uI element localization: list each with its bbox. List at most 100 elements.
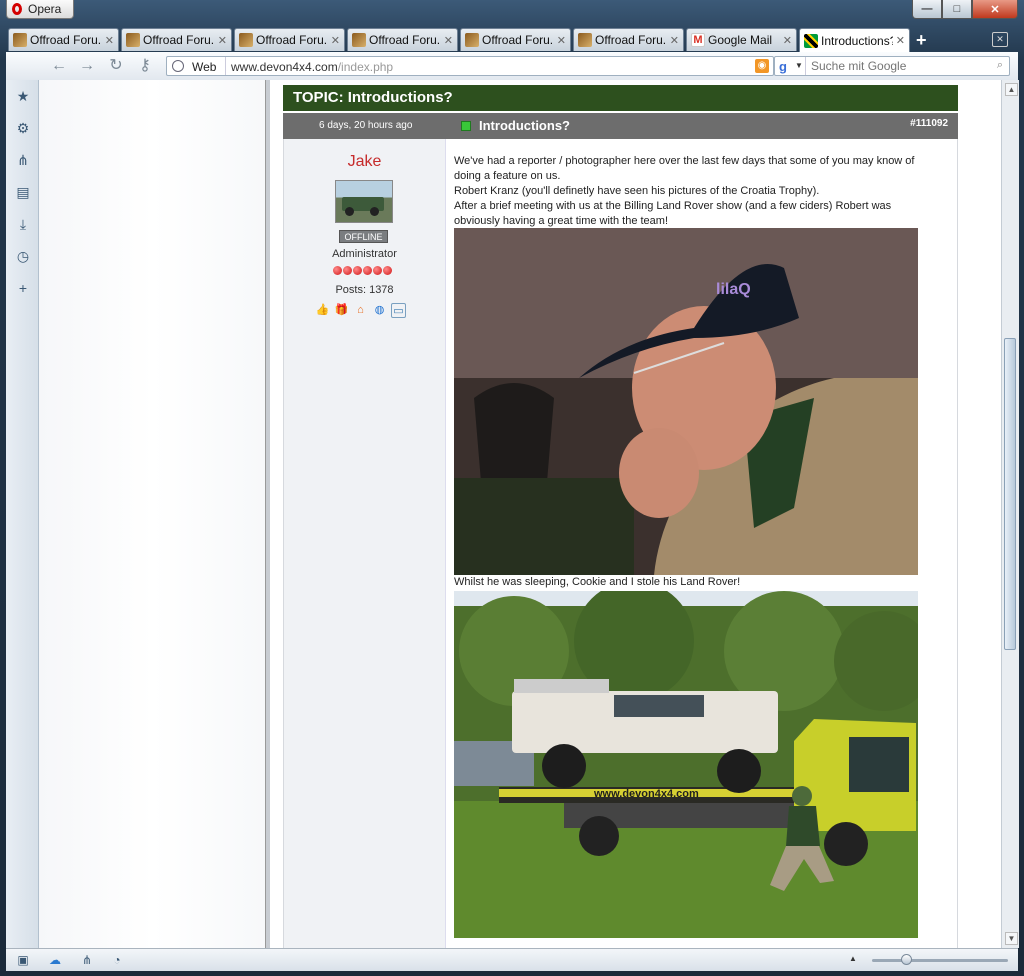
post-message: We've had a reporter / photographer here…	[454, 154, 924, 229]
tab-close-icon[interactable]: ✕	[670, 34, 679, 47]
post-title: Introductions?	[479, 118, 570, 133]
tab-offroad-forum-2[interactable]: Offroad Foru... ✕	[121, 28, 232, 51]
opera-menu-button[interactable]: Opera	[6, 0, 74, 19]
history-clock-icon[interactable]: ◷	[15, 248, 31, 264]
karma-thumb-icon[interactable]: 👍	[315, 303, 330, 318]
key-icon[interactable]: ⚷	[136, 57, 154, 75]
forum-favicon-icon	[352, 33, 366, 47]
post-header: 6 days, 20 hours ago Introductions? #111…	[283, 113, 958, 139]
website-globe-icon[interactable]: ◍	[372, 303, 387, 318]
settings-gear-icon[interactable]: ⚙	[15, 120, 31, 136]
close-window-button[interactable]: ✕	[972, 0, 1018, 19]
search-input[interactable]	[811, 58, 981, 74]
tab-close-icon[interactable]: ✕	[444, 34, 453, 47]
chevron-down-icon[interactable]: ▼	[795, 61, 803, 70]
forum-favicon-icon	[578, 33, 592, 47]
tab-offroad-forum-1[interactable]: Offroad Foru... ✕	[8, 28, 119, 51]
forum-post-container: TOPIC: Introductions? 6 days, 20 hours a…	[283, 85, 958, 948]
forward-arrow-icon[interactable]: →	[78, 57, 96, 75]
tab-offroad-forum-6[interactable]: Offroad Foru... ✕	[573, 28, 684, 51]
photo-truck-window	[849, 737, 909, 792]
rank-dot-icon	[333, 266, 342, 275]
title-bar: Opera — □ ✕	[0, 0, 1024, 28]
opera-link-cloud-icon[interactable]: ☁	[47, 952, 63, 968]
status-badge: OFFLINE	[339, 230, 388, 243]
photo-cap-logo-text: lilaQ	[716, 281, 751, 298]
toggle-panel-icon[interactable]: ▣	[15, 952, 31, 968]
status-bar: ▣ ☁ ⋔ ◔ ▲	[6, 948, 1018, 971]
tab-google-mail[interactable]: M Google Mail ✕	[686, 28, 797, 51]
tab-close-icon[interactable]: ✕	[783, 34, 792, 47]
opera-logo-icon	[12, 3, 22, 15]
zoom-slider-knob[interactable]	[900, 954, 912, 965]
tab-label: Offroad Foru...	[482, 33, 554, 47]
author-name-link[interactable]: Jake	[284, 153, 445, 171]
rss-feed-icon[interactable]: ◉	[755, 59, 769, 73]
gmail-favicon-icon: M	[691, 33, 705, 47]
tab-close-icon[interactable]: ✕	[557, 34, 566, 47]
post-photo-photographer[interactable]: lilaQ	[454, 228, 918, 575]
vertical-scrollbar[interactable]: ▲ ▼	[1001, 80, 1019, 948]
home-icon[interactable]: ⌂	[353, 303, 368, 318]
bookmarks-star-icon[interactable]: ★	[15, 88, 31, 104]
maximize-button[interactable]: □	[942, 0, 972, 19]
scroll-down-arrow-icon[interactable]: ▼	[1005, 932, 1018, 945]
tab-offroad-forum-4[interactable]: Offroad Foru... ✕	[347, 28, 458, 51]
new-tab-plus-icon[interactable]: +	[916, 30, 927, 51]
tab-close-icon[interactable]: ✕	[105, 34, 114, 47]
forum-favicon-icon	[239, 33, 253, 47]
url-text[interactable]: www.devon4x4.com/index.php	[231, 60, 393, 74]
address-separator	[225, 57, 226, 75]
photo-roof-rack	[514, 679, 609, 693]
search-icon[interactable]: ⌕	[997, 59, 1003, 72]
photo-table	[454, 478, 634, 575]
tab-close-icon[interactable]: ✕	[331, 34, 340, 47]
notes-icon[interactable]: ▤	[15, 184, 31, 200]
address-field[interactable]: Web www.devon4x4.com/index.php ◉	[166, 56, 774, 76]
tab-close-icon[interactable]: ✕	[218, 34, 227, 47]
tab-label: Offroad Foru...	[595, 33, 667, 47]
tab-label: Offroad Foru...	[369, 33, 441, 47]
avatar[interactable]	[335, 180, 393, 223]
zoom-menu-arrow-icon[interactable]: ▲	[849, 954, 857, 963]
turbo-speedometer-icon[interactable]: ◔	[109, 952, 125, 968]
online-status-icon	[461, 121, 471, 131]
tab-introductions[interactable]: Introductions? ✕	[799, 28, 910, 52]
reload-icon[interactable]: ↻	[107, 57, 125, 75]
tab-label: Offroad Foru...	[256, 33, 328, 47]
photo-illustration: lilaQ	[454, 228, 918, 575]
unite-share-icon[interactable]: ⋔	[15, 152, 31, 168]
closed-tabs-trash-icon[interactable]: ✕	[992, 32, 1008, 47]
tab-offroad-forum-5[interactable]: Offroad Foru... ✕	[460, 28, 571, 51]
zoom-slider-track[interactable]	[872, 959, 1008, 962]
message-line: After a brief meeting with us at the Bil…	[454, 200, 892, 227]
private-message-icon[interactable]: ▭	[391, 303, 406, 318]
photo-land-rover-window	[614, 695, 704, 717]
tab-label: Introductions?	[821, 33, 893, 48]
gift-icon[interactable]: 🎁	[334, 303, 349, 318]
browser-window: Opera — □ ✕ Offroad Foru... ✕ Offroad Fo…	[0, 0, 1024, 976]
page-left-border	[265, 80, 270, 948]
photo-truck-wheel	[579, 816, 619, 856]
globe-icon	[172, 60, 184, 72]
tab-close-icon[interactable]: ✕	[896, 34, 905, 47]
post-number-link[interactable]: #111092	[910, 118, 948, 129]
back-arrow-icon[interactable]: ←	[50, 57, 68, 75]
window-controls: — □ ✕	[912, 0, 1018, 19]
search-field[interactable]: g ▼ ⌕	[774, 56, 1010, 76]
tab-bar: Offroad Foru... ✕ Offroad Foru... ✕ Offr…	[0, 28, 1024, 52]
url-host: www.devon4x4.com	[231, 60, 338, 74]
unite-icon[interactable]: ⋔	[79, 952, 95, 968]
page-left-margin	[39, 80, 267, 948]
rank-indicator	[333, 266, 392, 275]
minimize-button[interactable]: —	[912, 0, 942, 19]
google-search-engine-icon[interactable]: g	[779, 59, 787, 74]
scroll-thumb[interactable]	[1004, 338, 1016, 650]
photo-illustration: www.devon4x4.com	[454, 591, 918, 938]
forum-favicon-icon	[126, 33, 140, 47]
tab-offroad-forum-3[interactable]: Offroad Foru... ✕	[234, 28, 345, 51]
add-panel-plus-icon[interactable]: +	[15, 280, 31, 296]
post-photo-land-rover-truck[interactable]: www.devon4x4.com	[454, 591, 918, 938]
scroll-up-arrow-icon[interactable]: ▲	[1005, 83, 1018, 96]
downloads-icon[interactable]: ⤓	[15, 216, 31, 232]
